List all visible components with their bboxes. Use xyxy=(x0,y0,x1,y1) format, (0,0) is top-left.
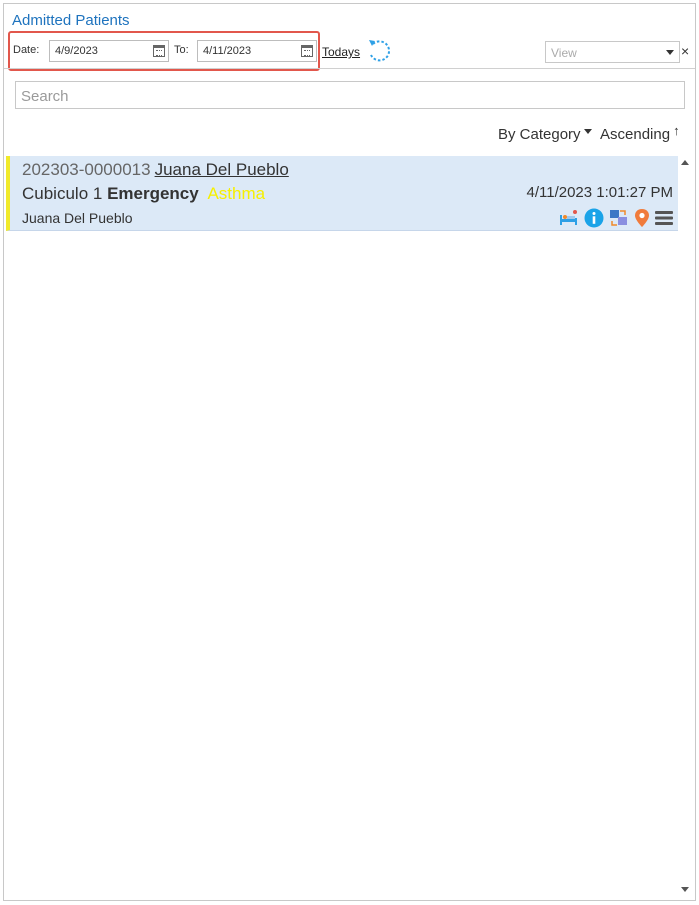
patient-row[interactable]: 202303-0000013 Juana Del Pueblo Cubiculo … xyxy=(6,156,678,231)
info-icon[interactable] xyxy=(584,208,604,228)
bed-icon[interactable] xyxy=(558,209,580,227)
date-from-value: 4/9/2023 xyxy=(55,45,98,57)
patient-department: Emergency xyxy=(107,184,199,203)
patient-location: Cubiculo 1 xyxy=(22,184,103,203)
page-title: Admitted Patients xyxy=(12,12,130,29)
admission-datetime: 4/11/2023 1:01:27 PM xyxy=(526,184,674,201)
view-dropdown-placeholder: View xyxy=(551,46,577,60)
to-label: To: xyxy=(174,44,189,56)
sort-category-dropdown[interactable]: By Category xyxy=(498,126,592,143)
refresh-icon[interactable] xyxy=(366,37,394,65)
date-range-filter: Date: 4/9/2023 To: 4/11/2023 xyxy=(8,31,320,71)
arrow-up-icon: ↑ xyxy=(673,123,680,138)
sort-category-label: By Category xyxy=(498,126,581,143)
scroll-down-arrow[interactable] xyxy=(681,887,689,892)
search-placeholder: Search xyxy=(21,88,69,105)
patient-header: 202303-0000013 Juana Del Pueblo xyxy=(22,160,289,180)
scroll-up-arrow[interactable] xyxy=(681,160,689,165)
sort-order-label: Ascending xyxy=(600,126,671,143)
patient-location-line: Cubiculo 1 Emergency Asthma xyxy=(22,184,265,204)
patient-actions xyxy=(558,208,674,228)
date-label: Date: xyxy=(13,44,40,56)
calendar-icon[interactable] xyxy=(301,45,313,57)
date-to-picker[interactable]: 4/11/2023 xyxy=(197,40,317,62)
search-input[interactable]: Search xyxy=(15,81,685,109)
admitted-patients-panel xyxy=(3,3,696,901)
chevron-down-icon[interactable] xyxy=(666,50,674,55)
calendar-icon[interactable] xyxy=(153,45,165,57)
todays-link[interactable]: Todays xyxy=(322,45,360,59)
view-dropdown[interactable]: View xyxy=(545,41,680,63)
date-to-value: 4/11/2023 xyxy=(203,45,252,57)
patient-name-link[interactable]: Juana Del Pueblo xyxy=(155,160,289,179)
patient-condition: Asthma xyxy=(207,184,266,203)
transfer-icon[interactable] xyxy=(608,208,630,228)
close-icon[interactable]: × xyxy=(681,43,689,59)
attending-doctor: Juana Del Pueblo xyxy=(22,210,133,226)
divider xyxy=(4,68,695,69)
location-pin-icon[interactable] xyxy=(634,208,650,228)
chevron-down-icon xyxy=(583,128,592,134)
sort-order-toggle[interactable]: Ascending ↑ xyxy=(600,123,680,143)
date-from-picker[interactable]: 4/9/2023 xyxy=(49,40,169,62)
patient-id: 202303-0000013 xyxy=(22,160,151,179)
menu-icon[interactable] xyxy=(654,209,674,227)
